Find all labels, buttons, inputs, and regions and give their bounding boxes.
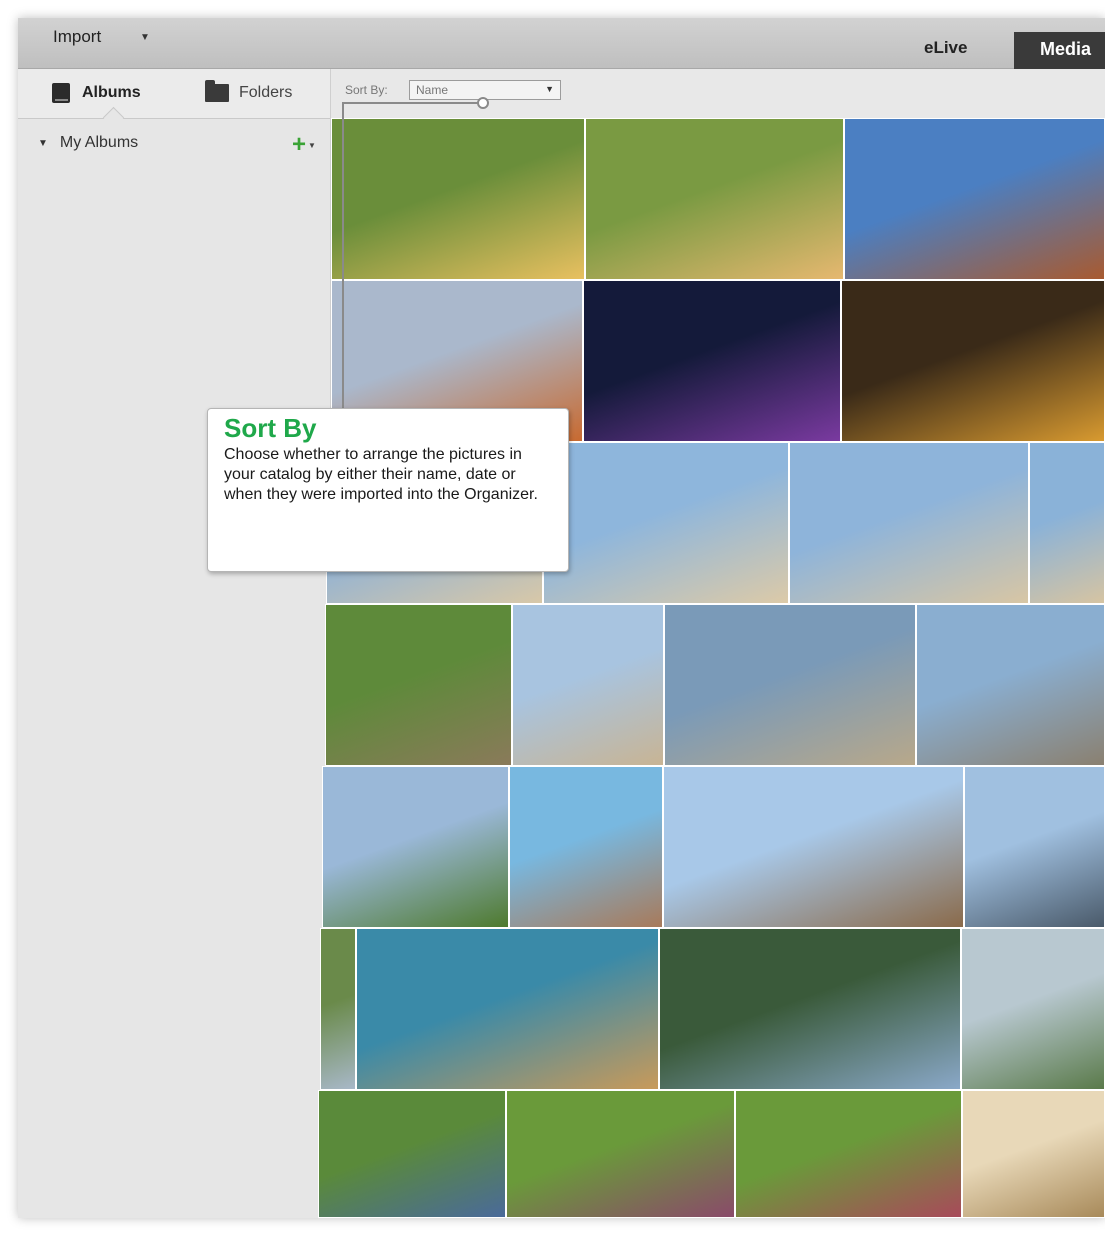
album-book-icon	[52, 83, 70, 103]
organizer-window: Import ▼ eLive Media Albums Folders ▼ My…	[18, 18, 1105, 1218]
tab-albums[interactable]: Albums	[52, 80, 141, 106]
sort-by-label: Sort By:	[345, 83, 388, 97]
callout-anchor-dot	[477, 97, 489, 109]
tab-albums-label: Albums	[82, 84, 141, 101]
top-bar: Import ▼ eLive Media	[18, 18, 1105, 72]
expand-triangle-icon[interactable]: ▼	[38, 138, 48, 149]
photo-thumbnail[interactable]	[962, 1090, 1105, 1218]
sidebar-tabs: Albums Folders	[18, 69, 330, 129]
tab-elive[interactable]: eLive	[924, 38, 967, 58]
tab-media[interactable]: Media	[1014, 32, 1105, 72]
tab-folders-label: Folders	[239, 84, 293, 101]
photo-thumbnail[interactable]	[664, 604, 916, 766]
photo-thumbnail[interactable]	[585, 118, 844, 280]
add-album-button[interactable]: + ▼	[292, 131, 316, 158]
callout-connector-horizontal	[342, 102, 479, 104]
callout-text: Choose whether to arrange the pictures i…	[224, 446, 538, 503]
photo-thumbnail[interactable]	[331, 118, 585, 280]
callout-connector-vertical	[342, 102, 344, 410]
photo-thumbnail[interactable]	[356, 928, 659, 1090]
chevron-down-icon: ▼	[545, 84, 554, 94]
photo-thumbnail[interactable]	[509, 766, 663, 928]
sort-by-callout: Sort By Choose whether to arrange the pi…	[207, 408, 569, 572]
import-button[interactable]: Import	[53, 27, 101, 47]
callout-title: Sort By	[224, 413, 317, 443]
photo-thumbnail[interactable]	[543, 442, 789, 604]
photo-thumbnail[interactable]	[512, 604, 664, 766]
folder-icon	[205, 80, 229, 102]
photo-thumbnail[interactable]	[916, 604, 1105, 766]
photo-thumbnail[interactable]	[735, 1090, 962, 1218]
photo-thumbnail[interactable]	[964, 766, 1105, 928]
photo-thumbnail[interactable]	[844, 118, 1105, 280]
photo-thumbnail[interactable]	[320, 928, 356, 1090]
photo-thumbnail[interactable]	[506, 1090, 735, 1218]
photo-thumbnail[interactable]	[659, 928, 961, 1090]
my-albums-label: My Albums	[59, 134, 139, 151]
sidebar: Albums Folders ▼ My Albums + ▼	[18, 69, 331, 1218]
photo-thumbnail[interactable]	[583, 280, 841, 442]
add-dropdown-icon: ▼	[308, 140, 316, 150]
import-dropdown-icon[interactable]: ▼	[140, 32, 150, 43]
photo-thumbnail[interactable]	[322, 766, 509, 928]
my-albums-section[interactable]: ▼ My Albums	[38, 134, 138, 152]
photo-thumbnail[interactable]	[318, 1090, 506, 1218]
photo-thumbnail[interactable]	[663, 766, 964, 928]
plus-icon: +	[292, 131, 307, 158]
photo-thumbnail[interactable]	[1029, 442, 1105, 604]
sort-by-value: Name	[416, 83, 449, 97]
photo-thumbnail[interactable]	[325, 604, 512, 766]
sort-bar: Sort By: Name ▼	[331, 69, 1105, 119]
tab-folders[interactable]: Folders	[205, 80, 292, 106]
active-tab-pointer	[102, 106, 125, 129]
photo-thumbnail[interactable]	[789, 442, 1029, 604]
photo-thumbnail[interactable]	[961, 928, 1105, 1090]
photo-thumbnail[interactable]	[841, 280, 1105, 442]
